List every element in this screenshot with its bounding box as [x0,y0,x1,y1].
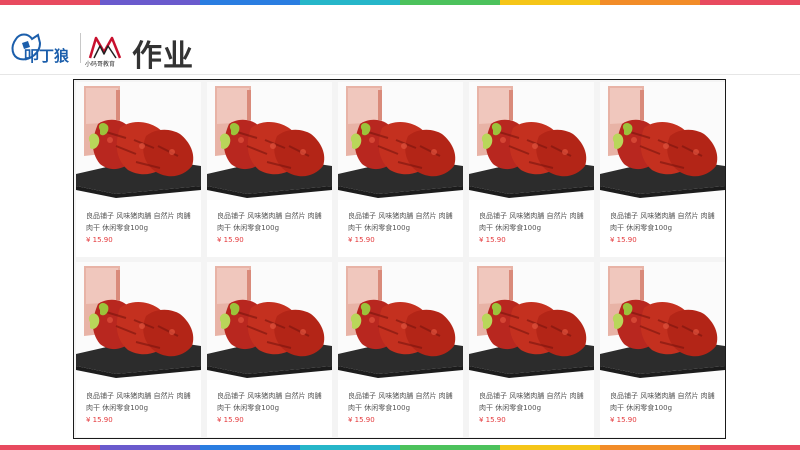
page-title: 作业 [132,39,194,74]
rainbow-segment [200,445,300,450]
pork-jerky-image [207,262,332,380]
rainbow-segment [600,445,700,450]
product-title[interactable]: 良品铺子 风味猪肉脯 自然片 肉脯肉干 休闲零食100g [348,390,457,414]
product-card[interactable]: 良品铺子 风味猪肉脯 自然片 肉脯肉干 休闲零食100g ¥ 15.90 [76,262,201,437]
pork-jerky-image [469,82,594,200]
product-title[interactable]: 良品铺子 风味猪肉脯 自然片 肉脯肉干 休闲零食100g [610,390,719,414]
pork-jerky-image [76,262,201,380]
rainbow-segment [700,445,800,450]
product-price: ¥ 15.90 [610,416,637,424]
product-price: ¥ 15.90 [86,236,113,244]
product-title[interactable]: 良品铺子 风味猪肉脯 自然片 肉脯肉干 休闲零食100g [348,210,457,234]
pork-jerky-image [600,262,725,380]
xiaomage-logo-text: 小码哥教育 [85,61,116,68]
product-image[interactable] [469,82,594,200]
pork-jerky-image [338,262,463,380]
product-card[interactable]: 良品铺子 风味猪肉脯 自然片 肉脯肉干 休闲零食100g ¥ 15.90 [338,262,463,437]
pork-jerky-image [469,262,594,380]
pork-jerky-image [207,82,332,200]
product-card[interactable]: 良品铺子 风味猪肉脯 自然片 肉脯肉干 休闲零食100g ¥ 15.90 [600,262,725,437]
pork-jerky-image [76,82,201,200]
product-card[interactable]: 良品铺子 风味猪肉脯 自然片 肉脯肉干 休闲零食100g ¥ 15.90 [207,82,332,257]
product-image[interactable] [207,262,332,380]
pork-jerky-image [600,82,725,200]
product-price: ¥ 15.90 [348,416,375,424]
product-price: ¥ 15.90 [217,236,244,244]
rainbow-segment [100,445,200,450]
rainbow-segment [300,445,400,450]
rainbow-segment [500,445,600,450]
product-title[interactable]: 良品铺子 风味猪肉脯 自然片 肉脯肉干 休闲零食100g [217,210,326,234]
product-image[interactable] [76,82,201,200]
product-title[interactable]: 良品铺子 风味猪肉脯 自然片 肉脯肉干 休闲零食100g [86,390,195,414]
slide-header: 叩丁狼 小码哥教育 作业 [0,5,800,75]
pork-jerky-image [338,82,463,200]
product-price: ¥ 15.90 [479,416,506,424]
logo-divider [80,33,81,63]
product-price: ¥ 15.90 [610,236,637,244]
product-title[interactable]: 良品铺子 风味猪肉脯 自然片 肉脯肉干 休闲零食100g [610,210,719,234]
product-card[interactable]: 良品铺子 风味猪肉脯 自然片 肉脯肉干 休闲零食100g ¥ 15.90 [76,82,201,257]
product-title[interactable]: 良品铺子 风味猪肉脯 自然片 肉脯肉干 休闲零食100g [217,390,326,414]
product-price: ¥ 15.90 [217,416,244,424]
product-card[interactable]: 良品铺子 风味猪肉脯 自然片 肉脯肉干 休闲零食100g ¥ 15.90 [338,82,463,257]
product-card[interactable]: 良品铺子 风味猪肉脯 自然片 肉脯肉干 休闲零食100g ¥ 15.90 [207,262,332,437]
product-title[interactable]: 良品铺子 风味猪肉脯 自然片 肉脯肉干 休闲零食100g [479,210,588,234]
svg-text:叩丁狼: 叩丁狼 [24,47,70,65]
product-card[interactable]: 良品铺子 风味猪肉脯 自然片 肉脯肉干 休闲零食100g ¥ 15.90 [469,262,594,437]
product-image[interactable] [600,82,725,200]
rainbow-segment [0,445,100,450]
koudinglang-logo: 叩丁狼 [11,33,70,65]
product-image[interactable] [600,262,725,380]
product-image[interactable] [207,82,332,200]
product-image[interactable] [338,82,463,200]
product-image[interactable] [469,262,594,380]
rainbow-segment [400,445,500,450]
product-price: ¥ 15.90 [348,236,375,244]
product-grid-frame: 良品铺子 风味猪肉脯 自然片 肉脯肉干 休闲零食100g ¥ 15.90 良品铺子… [73,79,726,439]
product-image[interactable] [338,262,463,380]
product-grid: 良品铺子 风味猪肉脯 自然片 肉脯肉干 休闲零食100g ¥ 15.90 良品铺子… [76,82,725,437]
product-card[interactable]: 良品铺子 风味猪肉脯 自然片 肉脯肉干 休闲零食100g ¥ 15.90 [469,82,594,257]
product-title[interactable]: 良品铺子 风味猪肉脯 自然片 肉脯肉干 休闲零食100g [479,390,588,414]
product-price: ¥ 15.90 [86,416,113,424]
product-price: ¥ 15.90 [479,236,506,244]
bottom-rainbow-bar [0,445,800,450]
product-title[interactable]: 良品铺子 风味猪肉脯 自然片 肉脯肉干 休闲零食100g [86,210,195,234]
product-image[interactable] [76,262,201,380]
product-card[interactable]: 良品铺子 风味猪肉脯 自然片 肉脯肉干 休闲零食100g ¥ 15.90 [600,82,725,257]
